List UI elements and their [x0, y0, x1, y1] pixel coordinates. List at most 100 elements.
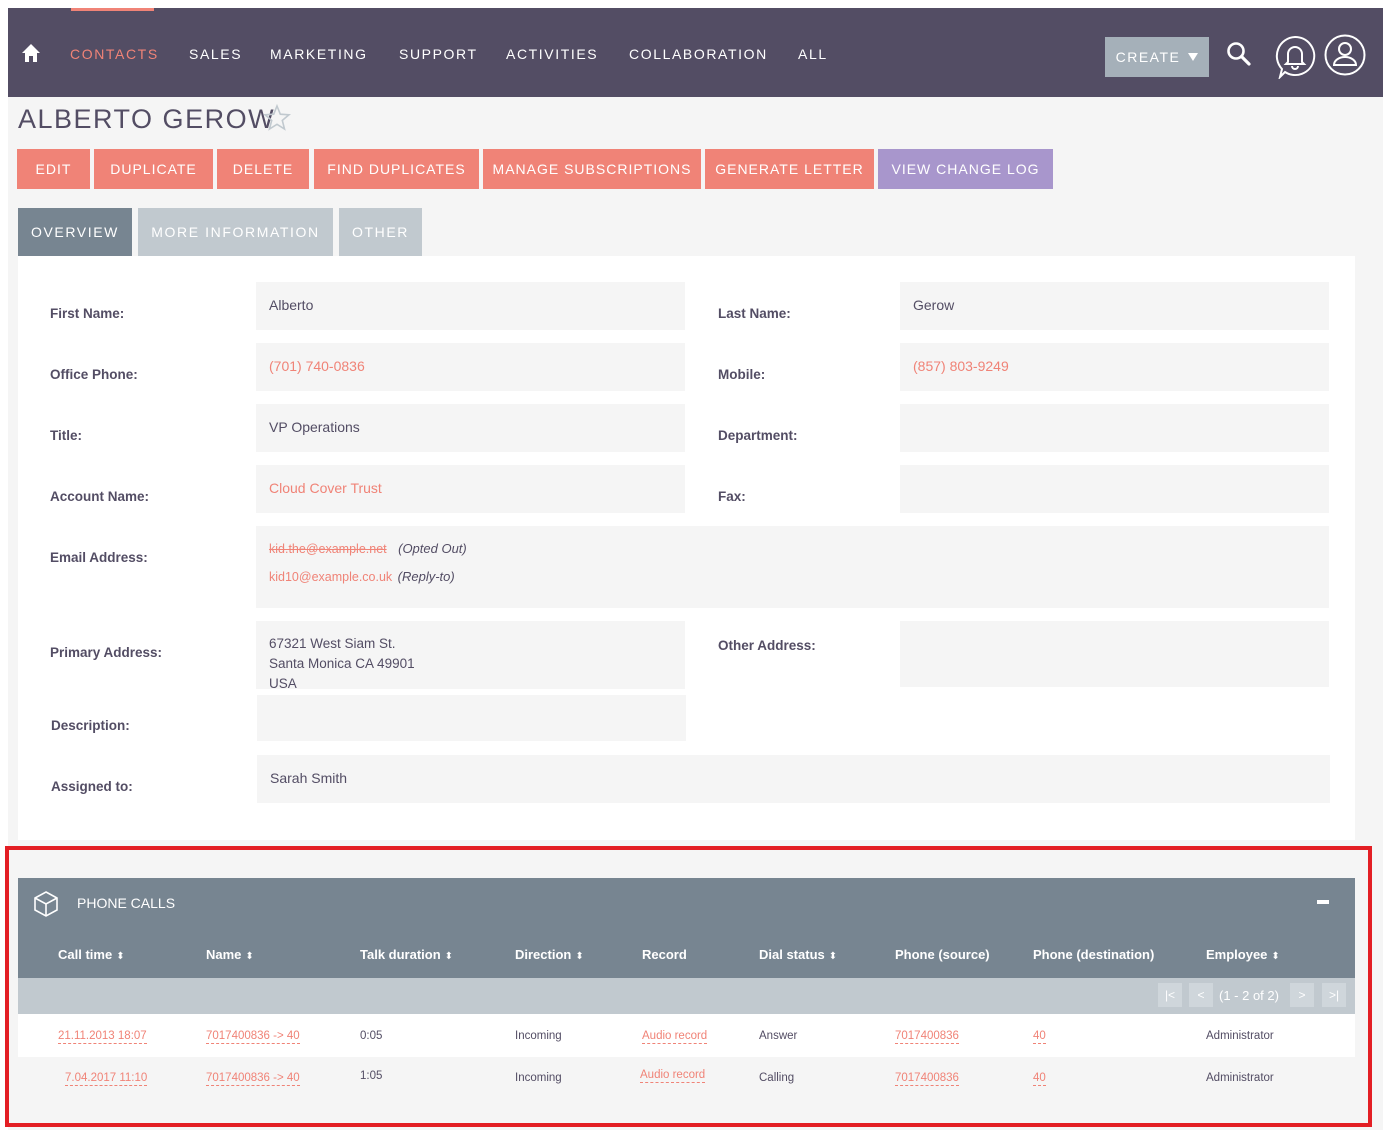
last-page-icon[interactable]: >|	[1322, 983, 1346, 1007]
audio-record-link[interactable]: Audio record	[640, 1069, 706, 1083]
phone-destination-link[interactable]: 40	[1033, 1072, 1046, 1086]
phone-calls-subpanel: PHONE CALLS Call time ⬍ Name ⬍ Talk durati…	[18, 878, 1355, 1099]
first-name-label: First Name:	[50, 306, 125, 321]
title-text: VP Operations	[269, 419, 360, 435]
home-icon[interactable]	[20, 42, 42, 64]
col-talk-duration[interactable]: Talk duration ⬍	[360, 947, 453, 962]
first-page-icon[interactable]: |<	[1158, 983, 1182, 1007]
first-name-text: Alberto	[269, 297, 314, 313]
collapse-minus-icon[interactable]	[1317, 900, 1329, 904]
dial-status: Calling	[759, 1072, 795, 1084]
cube-icon	[34, 891, 58, 917]
view-change-log-button[interactable]: VIEW CHANGE LOG	[878, 149, 1053, 189]
description-label: Description:	[51, 718, 130, 733]
top-navigation-bar: CONTACTS SALES MARKETING SUPPORT ACTIVIT…	[8, 8, 1383, 97]
nav-marketing[interactable]: MARKETING	[270, 46, 368, 62]
account-name-value: Cloud Cover Trust	[256, 465, 685, 513]
tab-more-information[interactable]: MORE INFORMATION	[138, 208, 333, 256]
duplicate-button[interactable]: DUPLICATE	[94, 149, 213, 189]
primary-address-value: 67321 West Siam St. Santa Monica CA 4990…	[256, 621, 685, 691]
employee: Administrator	[1206, 1072, 1274, 1084]
phone-calls-header[interactable]: PHONE CALLS	[18, 878, 1355, 930]
email-primary-link[interactable]: kid.the@example.net	[269, 542, 387, 556]
other-address-label: Other Address:	[718, 638, 816, 653]
create-button-label: CREATE	[1115, 49, 1181, 65]
col-dial-status-label: Dial status	[759, 947, 825, 962]
edit-button[interactable]: EDIT	[17, 149, 90, 189]
pagination-bar: |< < (1 - 2 of 2) > >|	[18, 978, 1355, 1014]
next-page-icon[interactable]: >	[1290, 983, 1314, 1007]
favorite-star-icon[interactable]	[263, 104, 291, 132]
sort-icon: ⬍	[116, 951, 125, 962]
phone-destination-link[interactable]: 40	[1033, 1030, 1046, 1044]
mobile-link[interactable]: (857) 803-9249	[913, 358, 1009, 374]
assigned-to-label: Assigned to:	[51, 779, 133, 794]
account-name-link[interactable]: Cloud Cover Trust	[269, 480, 382, 496]
email-primary-note: (Opted Out)	[398, 541, 467, 556]
nav-contacts[interactable]: CONTACTS	[70, 46, 159, 62]
col-phone-source: Phone (source)	[895, 947, 990, 962]
delete-button[interactable]: DELETE	[217, 149, 309, 189]
fax-value	[900, 465, 1329, 513]
primary-address-label: Primary Address:	[50, 645, 163, 660]
office-phone-label: Office Phone:	[50, 367, 138, 382]
talk-duration: 0:05	[360, 1030, 383, 1042]
col-direction[interactable]: Direction ⬍	[515, 947, 584, 962]
col-call-time[interactable]: Call time ⬍	[58, 947, 125, 962]
mobile-label: Mobile:	[718, 367, 766, 382]
active-nav-indicator	[71, 8, 154, 11]
address-line-3: USA	[269, 676, 297, 691]
call-name-link[interactable]: 7017400836 -> 40	[206, 1030, 300, 1044]
tab-overview[interactable]: OVERVIEW	[18, 208, 132, 256]
create-button[interactable]: CREATE	[1105, 37, 1209, 77]
email-secondary-note: (Reply-to)	[397, 569, 455, 584]
call-name-link[interactable]: 7017400836 -> 40	[206, 1072, 300, 1086]
col-name[interactable]: Name ⬍	[206, 947, 254, 962]
tab-other[interactable]: OTHER	[339, 208, 422, 256]
nav-activities[interactable]: ACTIVITIES	[506, 46, 598, 62]
caret-down-icon	[1188, 53, 1199, 61]
col-call-time-label: Call time	[58, 947, 113, 962]
phone-calls-title: PHONE CALLS	[77, 895, 176, 911]
email-secondary-line: kid10@example.co.uk (Reply-to)	[269, 569, 455, 584]
sort-icon: ⬍	[828, 951, 838, 962]
assigned-to-value: Sarah Smith	[257, 755, 1330, 803]
nav-support[interactable]: SUPPORT	[399, 46, 478, 62]
find-duplicates-button[interactable]: FIND DUPLICATES	[314, 149, 479, 189]
generate-letter-button[interactable]: GENERATE LETTER	[705, 149, 874, 189]
other-address-value	[900, 621, 1329, 687]
nav-sales[interactable]: SALES	[189, 46, 242, 62]
nav-all[interactable]: ALL	[798, 46, 828, 62]
phone-source-link[interactable]: 7017400836	[895, 1030, 959, 1044]
title-value: VP Operations	[256, 404, 685, 452]
direction: Incoming	[515, 1072, 562, 1084]
nav-collaboration[interactable]: COLLABORATION	[629, 46, 768, 62]
col-talk-duration-label: Talk duration	[360, 947, 441, 962]
call-time-link[interactable]: 21.11.2013 18:07	[58, 1030, 147, 1044]
office-phone-value: (701) 740-0836	[256, 343, 685, 391]
notifications-bell-icon[interactable]	[1274, 35, 1316, 79]
col-dial-status[interactable]: Dial status ⬍	[759, 947, 837, 962]
manage-subscriptions-button[interactable]: MANAGE SUBSCRIPTIONS	[483, 149, 701, 189]
user-profile-icon[interactable]	[1324, 34, 1366, 76]
prev-page-icon[interactable]: <	[1189, 983, 1213, 1007]
last-name-value: Gerow	[900, 282, 1329, 330]
audio-record-link[interactable]: Audio record	[642, 1030, 708, 1044]
sort-icon: ⬍	[575, 951, 584, 962]
phone-source-link[interactable]: 7017400836	[895, 1072, 959, 1086]
col-employee[interactable]: Employee ⬍	[1206, 947, 1280, 962]
office-phone-link[interactable]: (701) 740-0836	[269, 358, 365, 374]
department-value	[900, 404, 1329, 452]
call-time-link[interactable]: 7.04.2017 11:10	[65, 1072, 148, 1086]
sort-icon: ⬍	[444, 951, 454, 962]
sort-icon: ⬍	[1271, 951, 1280, 962]
direction: Incoming	[515, 1030, 562, 1042]
department-label: Department:	[718, 428, 798, 443]
search-icon[interactable]	[1226, 41, 1252, 67]
dial-status: Answer	[759, 1030, 798, 1042]
title-label: Title:	[50, 428, 83, 443]
pagination-info: (1 - 2 of 2)	[1219, 988, 1279, 1003]
phone-calls-column-headers: Call time ⬍ Name ⬍ Talk duration ⬍ Directio…	[18, 930, 1355, 978]
page-title: ALBERTO GEROW	[18, 104, 276, 134]
email-secondary-link[interactable]: kid10@example.co.uk	[269, 570, 392, 584]
